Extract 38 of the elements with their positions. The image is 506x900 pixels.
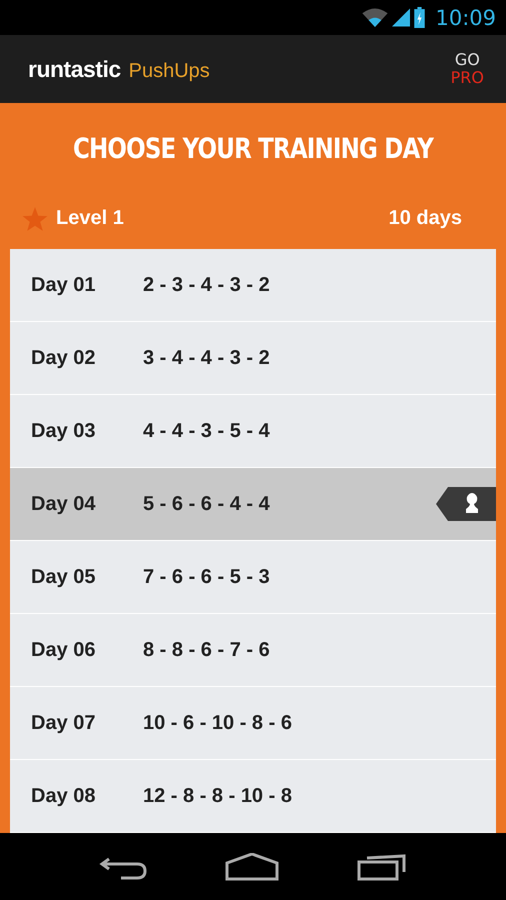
battery-icon [414,7,426,28]
recent-apps-icon[interactable] [357,852,407,880]
day-row[interactable]: Day 01 2 - 3 - 4 - 3 - 2 [10,249,496,322]
day-row[interactable]: Day 08 12 - 8 - 8 - 10 - 8 [10,760,496,833]
star-icon [22,206,48,232]
sets-text: 10 - 6 - 10 - 8 - 6 [143,712,292,734]
sets-text: 3 - 4 - 4 - 3 - 2 [143,346,270,370]
status-time: 10:09 [435,6,496,30]
sets-text: 8 - 8 - 6 - 7 - 6 [143,638,270,662]
home-icon[interactable] [225,852,279,880]
day-label: Day 01 [31,274,96,296]
day-label: Day 07 [31,712,96,734]
go-pro-button[interactable]: GO PRO [450,51,484,87]
sets-text: 12 - 8 - 8 - 10 - 8 [143,784,292,808]
day-row[interactable]: Day 07 10 - 6 - 10 - 8 - 6 [10,687,496,760]
sets-text: 2 - 3 - 4 - 3 - 2 [143,274,270,296]
sets-text: 5 - 6 - 6 - 4 - 4 [143,492,270,516]
day-label: Day 04 [31,492,96,516]
wifi-icon [362,8,388,27]
day-label: Day 03 [31,420,96,442]
day-label: Day 02 [31,346,96,370]
user-tag-icon [436,487,496,521]
sets-text: 4 - 4 - 3 - 5 - 4 [143,420,270,442]
day-row[interactable]: Day 02 3 - 4 - 4 - 3 - 2 [10,322,496,395]
day-row[interactable]: Day 03 4 - 4 - 3 - 5 - 4 [10,395,496,468]
day-label: Day 08 [31,784,96,808]
day-label: Day 06 [31,638,96,662]
product-name: PushUps [128,60,210,82]
day-label: Day 05 [31,566,96,588]
brand-logo: runtastic [28,56,121,82]
day-row[interactable]: Day 04 5 - 6 - 6 - 4 - 4 [10,468,496,541]
level-label: Level 1 [56,207,124,230]
day-row[interactable]: Day 05 7 - 6 - 6 - 5 - 3 [10,541,496,614]
day-row[interactable]: Day 06 8 - 8 - 6 - 7 - 6 [10,614,496,687]
days-count: 10 days [388,207,462,230]
signal-icon [392,8,410,27]
page-title: CHOOSE YOUR TRAINING DAY [72,131,435,167]
sets-text: 7 - 6 - 6 - 5 - 3 [143,566,270,588]
